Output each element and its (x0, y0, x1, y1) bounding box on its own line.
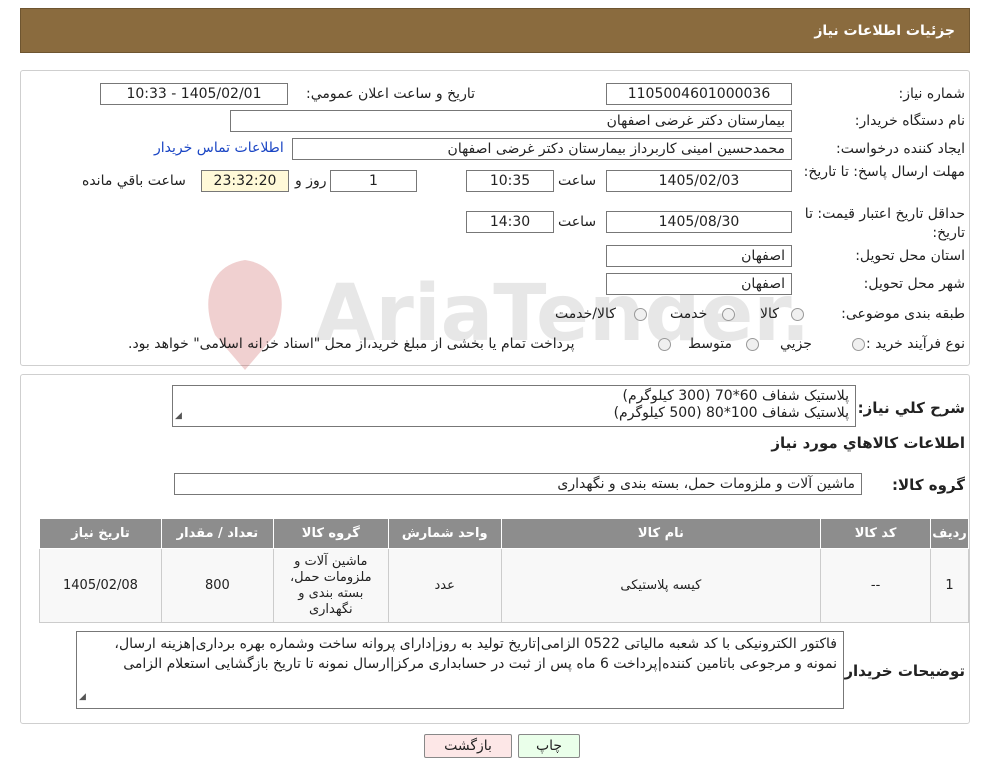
col-group-header: گروه کالا (272, 518, 389, 549)
print-button[interactable]: چاپ (518, 734, 580, 758)
province-label: استان محل تحویل: (855, 248, 965, 264)
price-validity-time-label: ساعت (558, 214, 597, 230)
purchase-process-label: نوع فرآیند خرید : (866, 336, 965, 352)
goods-table: رديف کد کالا نام کالا واحد شمارش گروه کا… (39, 518, 969, 623)
cell-unit: عدد (387, 548, 502, 623)
price-validity-date-field: 1405/08/30 (606, 211, 792, 233)
category-goods-service-radio[interactable] (634, 308, 647, 321)
requester-label: ایجاد کننده درخواست: (836, 141, 965, 157)
table-header-row: رديف کد کالا نام کالا واحد شمارش گروه کا… (39, 518, 969, 549)
summary-textarea[interactable]: پلاستیک شفاف 60*70 (300 کیلوگرم) پلاستیک… (172, 385, 856, 427)
col-qty-header: تعداد / مقدار (160, 518, 274, 549)
price-validity-time-field: 14:30 (466, 211, 554, 233)
city-field: اصفهان (606, 273, 792, 295)
deadline-time-field: 10:35 (466, 170, 554, 192)
category-goods-radio[interactable] (791, 308, 804, 321)
goods-group-field: ماشین آلات و ملزومات حمل، بسته بندی و نگ… (174, 473, 862, 495)
summary-line-2: پلاستیک شفاف 100*80 (500 کیلوگرم) (613, 405, 849, 421)
cell-row: 1 (930, 548, 969, 623)
resize-grip-icon[interactable]: ◢ (175, 408, 182, 425)
goods-group-label: گروه کالا: (892, 476, 965, 494)
goods-table-container: رديف کد کالا نام کالا واحد شمارش گروه کا… (39, 518, 969, 623)
col-name-header: نام کالا (500, 518, 822, 549)
page-title: جزئیات اطلاعات نیاز (814, 23, 955, 39)
process-medium-radio[interactable] (746, 338, 759, 351)
deadline-date-field: 1405/02/03 (606, 170, 792, 192)
price-validity-label: حداقل تاريخ اعتبار قيمت: تا تاريخ: (804, 206, 965, 241)
buyer-notes-text: فاکتور الکترونیکی با کد شعبه مالیاتی 052… (114, 636, 837, 672)
announce-datetime-label: تاریخ و ساعت اعلان عمومي: (306, 86, 475, 102)
buyer-org-field: بیمارستان دکتر غرضی اصفهان (230, 110, 792, 132)
col-date-header: تاریخ نیاز (39, 518, 162, 549)
cell-name: کیسه پلاستیکی (500, 548, 822, 623)
summary-label: شرح کلي نياز: (857, 399, 965, 417)
col-row-header: رديف (930, 518, 969, 549)
cell-code: -- (820, 548, 932, 623)
treasury-payment-note: پرداخت تمام یا بخشی از مبلغ خرید،از محل … (128, 336, 575, 352)
category-service-radio[interactable] (722, 308, 735, 321)
treasury-payment-checkbox[interactable] (658, 338, 671, 351)
resize-grip-icon[interactable]: ◢ (79, 687, 86, 707)
announce-datetime-field: 1405/02/01 - 10:33 (100, 83, 288, 105)
buyer-notes-textarea[interactable]: فاکتور الکترونیکی با کد شعبه مالیاتی 052… (76, 631, 844, 709)
col-unit-header: واحد شمارش (387, 518, 502, 549)
days-label: روز و (295, 173, 327, 189)
remaining-time-label: ساعت باقي مانده (82, 173, 186, 189)
city-label: شهر محل تحویل: (863, 276, 965, 292)
col-code-header: کد کالا (820, 518, 932, 549)
buyer-notes-label: توضیحات خریدار: (838, 662, 965, 680)
goods-section-title: اطلاعات کالاهاي مورد نياز (771, 434, 965, 452)
need-number-field: 1105004601000036 (606, 83, 792, 105)
remaining-time-field: 23:32:20 (201, 170, 289, 192)
buyer-org-label: نام دستگاه خریدار: (854, 113, 965, 129)
category-label: طبقه بندی موضوعی: (841, 306, 965, 322)
need-number-label: شماره نیاز: (898, 86, 966, 102)
back-button[interactable]: بازگشت (424, 734, 512, 758)
category-goods-label: کالا (760, 306, 779, 322)
page-header: جزئیات اطلاعات نیاز (20, 8, 970, 53)
deadline-label: مهلت ارسال پاسخ: تا تاریخ: (803, 164, 965, 180)
cell-qty: 800 (160, 548, 274, 623)
cell-date: 1405/02/08 (39, 548, 162, 623)
remaining-days-field: 1 (330, 170, 417, 192)
process-minor-label: جزیي (780, 336, 812, 352)
cell-group: ماشین آلات و ملزومات حمل، بسته بندی و نگ… (272, 548, 389, 623)
process-minor-radio[interactable] (852, 338, 865, 351)
summary-line-1: پلاستیک شفاف 60*70 (300 کیلوگرم) (622, 388, 850, 404)
table-row: 1 -- کیسه پلاستیکی عدد ماشین آلات و ملزو… (39, 548, 969, 623)
process-medium-label: متوسط (688, 336, 732, 352)
deadline-time-label: ساعت (558, 173, 597, 189)
category-goods-service-label: کالا/خدمت (555, 306, 616, 322)
requester-field: محمدحسین امینی کاربرداز بیمارستان دکتر غ… (292, 138, 792, 160)
category-service-label: خدمت (670, 306, 708, 322)
province-field: اصفهان (606, 245, 792, 267)
buyer-contact-link[interactable]: اطلاعات تماس خریدار (154, 140, 284, 156)
